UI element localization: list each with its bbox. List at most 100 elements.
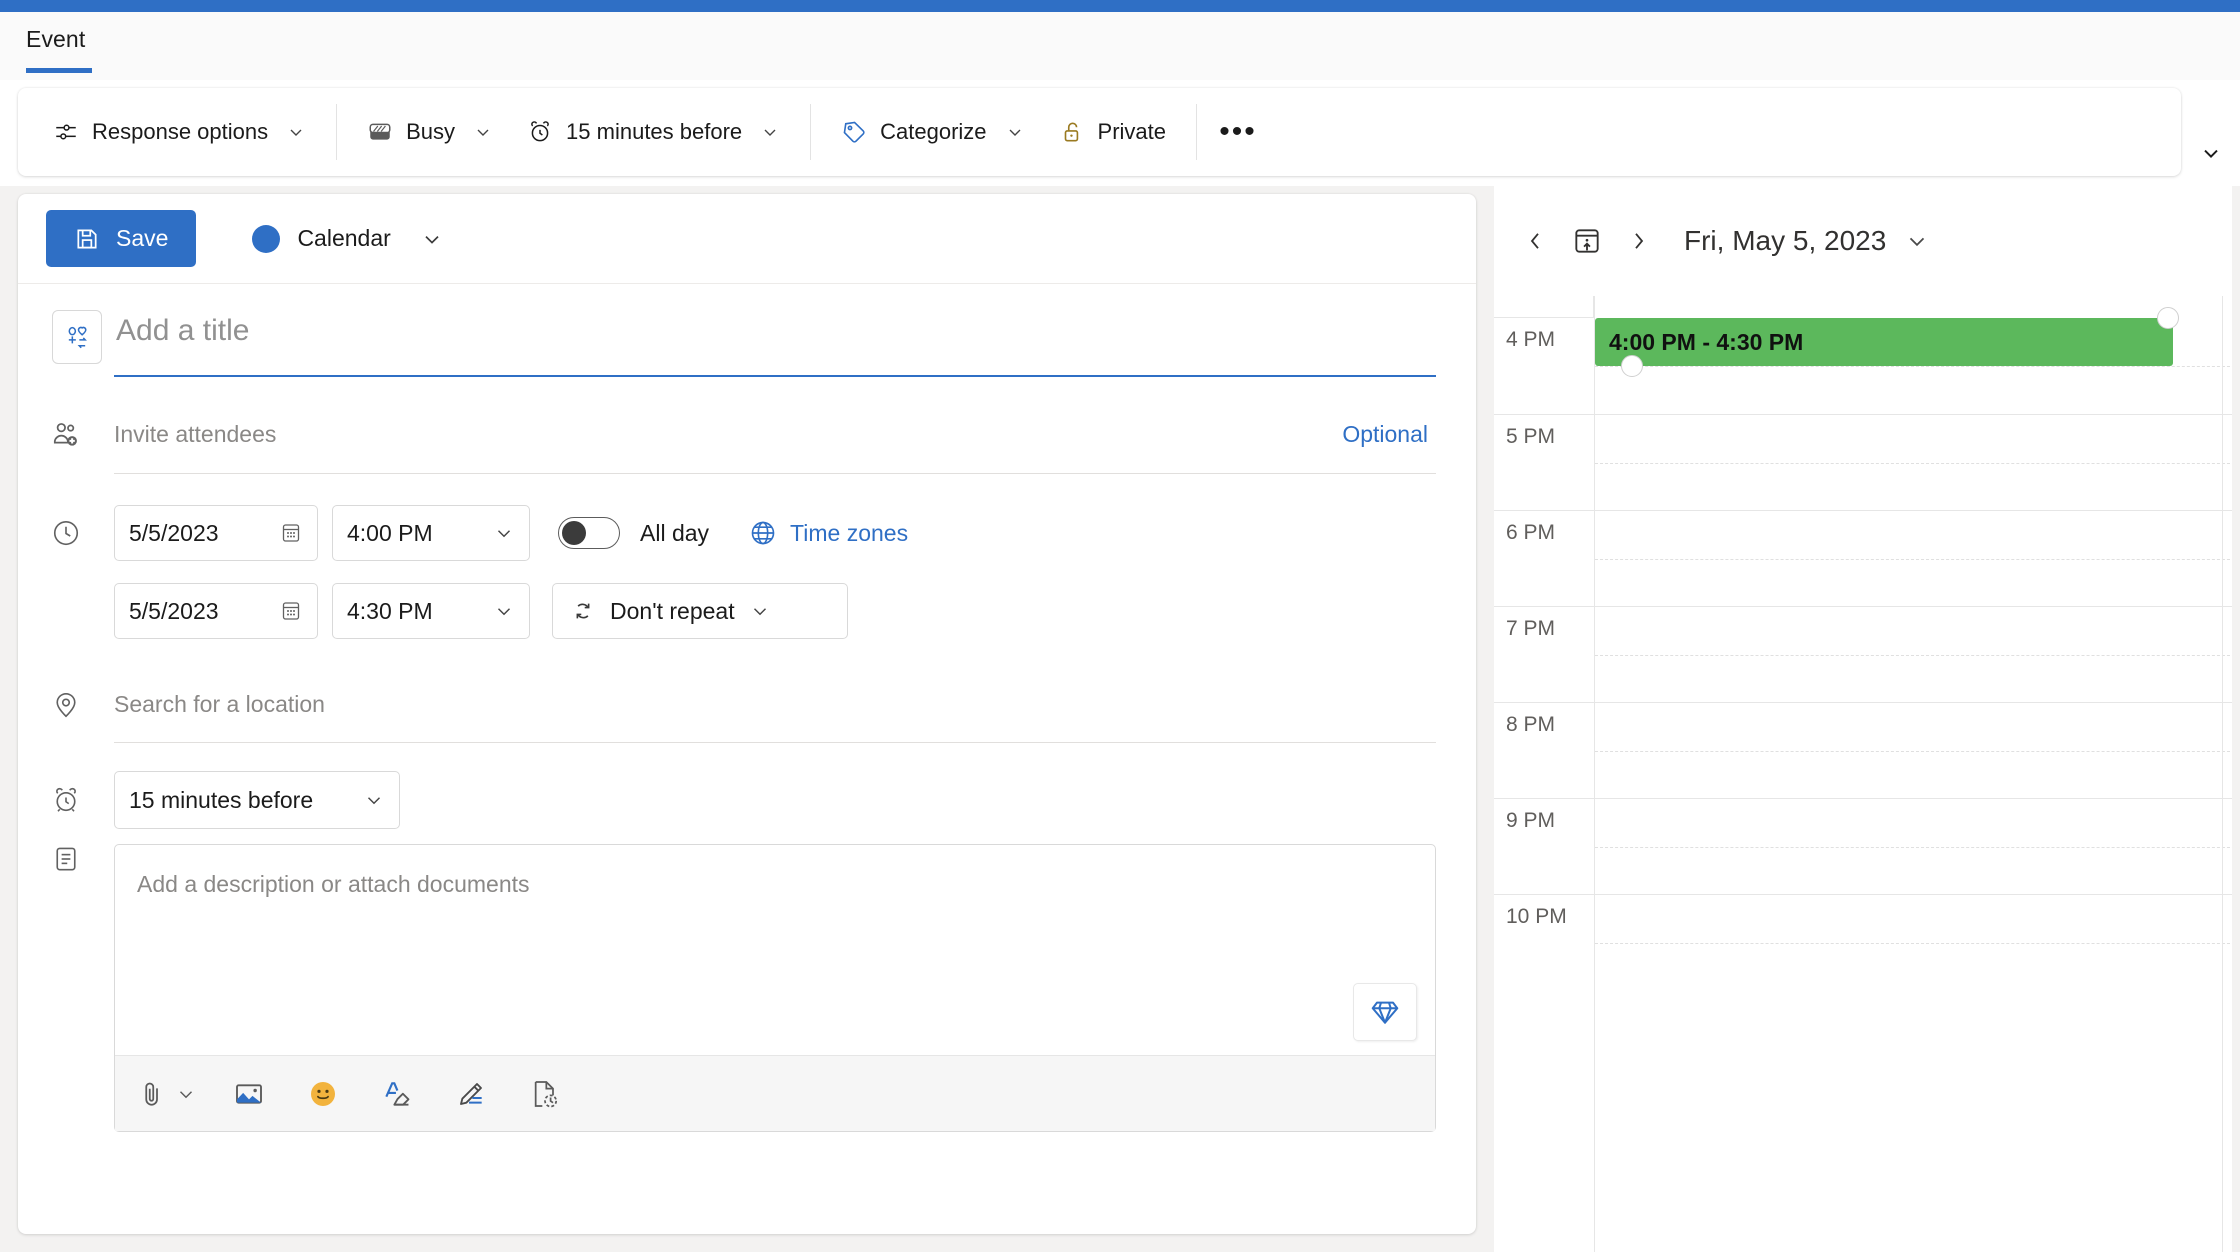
ribbon-label-reminder: 15 minutes before xyxy=(566,119,743,144)
insert-file-button[interactable] xyxy=(523,1070,567,1118)
calendar-hour-label: 8 PM xyxy=(1506,713,1556,736)
ribbon-group-response: Response options xyxy=(36,103,323,161)
busy-icon xyxy=(367,119,393,145)
image-icon xyxy=(233,1078,265,1110)
save-button-label: Save xyxy=(116,225,169,251)
tab-event[interactable]: Event xyxy=(26,26,85,53)
ribbon-divider xyxy=(810,104,812,160)
time-zones-button[interactable]: Time zones xyxy=(749,519,908,547)
chevron-down-icon xyxy=(749,600,771,622)
event-resize-handle-top[interactable] xyxy=(2157,307,2179,329)
chevron-down-icon xyxy=(1005,122,1025,142)
calendar-picker[interactable]: Calendar xyxy=(242,213,453,265)
lock-icon xyxy=(1059,119,1085,145)
calendar-hour-row: 8 PM xyxy=(1494,702,1594,798)
calendar-event-time-label: 4:00 PM - 4:30 PM xyxy=(1609,328,1804,355)
reminder-field[interactable]: 15 minutes before xyxy=(114,771,400,829)
clock-icon xyxy=(18,518,114,548)
chevron-down-icon xyxy=(175,1083,197,1105)
all-day-toggle[interactable] xyxy=(558,517,620,549)
ribbon-expand-button[interactable] xyxy=(2198,140,2224,166)
calendar-grid-right-edge xyxy=(2222,296,2223,1252)
ribbon-overflow-button[interactable]: ••• xyxy=(1210,104,1266,160)
page-body: Save Calendar Add a title Invite attende… xyxy=(0,186,2240,1252)
calendar-hour-columns[interactable] xyxy=(1594,296,2240,1252)
loop-components-button[interactable] xyxy=(1353,983,1417,1041)
event-resize-handle-bottom[interactable] xyxy=(1621,355,1643,377)
repeat-field[interactable]: Don't repeat xyxy=(552,583,848,639)
calendar-date-label: Fri, May 5, 2023 xyxy=(1684,225,1887,256)
calendar-hour-slot[interactable] xyxy=(1595,414,2240,510)
calendar-hour-row: 10 PM xyxy=(1494,894,1594,990)
calendar-hour-slot[interactable] xyxy=(1595,606,2240,702)
chevron-down-icon xyxy=(286,122,306,142)
smiley-icon xyxy=(307,1078,339,1110)
end-datetime-row: 5/5/2023 4:30 PM Don't repeat xyxy=(18,572,1476,650)
optional-attendees-link[interactable]: Optional xyxy=(1342,421,1436,448)
calendar-prev-day-button[interactable] xyxy=(1512,218,1558,264)
clear-formatting-icon xyxy=(381,1078,413,1110)
diamond-icon xyxy=(1369,996,1401,1028)
clear-formatting-button[interactable] xyxy=(375,1070,419,1118)
end-date-field[interactable]: 5/5/2023 xyxy=(114,583,318,639)
editor-toolbar xyxy=(115,1055,1435,1131)
end-time-value: 4:30 PM xyxy=(347,597,433,624)
chevron-down-icon xyxy=(420,227,444,251)
ribbon-button-busy[interactable]: Busy xyxy=(350,103,510,161)
globe-icon xyxy=(749,519,777,547)
ribbon-divider xyxy=(1196,104,1198,160)
description-editor[interactable]: Add a description or attach documents xyxy=(114,844,1436,1132)
ribbon-button-categorize[interactable]: Categorize xyxy=(824,103,1041,161)
description-placeholder[interactable]: Add a description or attach documents xyxy=(115,845,1435,1055)
calendar-panel-header: Fri, May 5, 2023 xyxy=(1494,186,2240,296)
paperclip-icon xyxy=(137,1079,167,1109)
calendar-event-block[interactable]: 4:00 PM - 4:30 PM xyxy=(1595,307,2179,377)
location-input[interactable] xyxy=(114,691,1436,718)
end-time-field[interactable]: 4:30 PM xyxy=(332,583,530,639)
attendees-icon xyxy=(18,419,114,451)
calendar-next-day-button[interactable] xyxy=(1616,218,1662,264)
ribbon-button-reminder[interactable]: 15 minutes before xyxy=(510,103,797,161)
chevron-down-icon xyxy=(493,600,515,622)
emoji-button[interactable] xyxy=(301,1070,345,1118)
alarm-clock-icon xyxy=(527,119,553,145)
ribbon-button-private[interactable]: Private xyxy=(1042,103,1183,161)
title-sticker-button[interactable] xyxy=(52,310,102,364)
ribbon-toolbar: Response options Busy 15 minutes before … xyxy=(18,88,2181,176)
pen-icon xyxy=(455,1078,487,1110)
chevron-down-icon xyxy=(760,122,780,142)
ribbon-label-response-options: Response options xyxy=(92,119,269,144)
insert-picture-button[interactable] xyxy=(227,1070,271,1118)
draw-button[interactable] xyxy=(449,1070,493,1118)
event-form-card: Save Calendar Add a title Invite attende… xyxy=(18,194,1476,1234)
save-icon xyxy=(74,226,100,252)
document-clock-icon xyxy=(529,1078,561,1110)
calendar-today-button[interactable] xyxy=(1564,218,1610,264)
calendar-hour-slot[interactable] xyxy=(1595,894,2240,990)
calendar-day-grid[interactable]: 4 PM 5 PM 6 PM 7 PM 8 PM 9 PM 10 PM 4:00 PM - … xyxy=(1494,296,2240,1252)
start-datetime-row: 5/5/2023 4:00 PM All day Time zones xyxy=(18,494,1476,572)
ribbon-label-categorize: Categorize xyxy=(880,119,987,144)
repeat-label: Don't repeat xyxy=(610,597,735,624)
attach-file-button[interactable] xyxy=(137,1070,197,1118)
title-input[interactable] xyxy=(114,297,1436,377)
ribbon-button-response-options[interactable]: Response options xyxy=(36,103,323,161)
start-time-field[interactable]: 4:00 PM xyxy=(332,505,530,561)
save-button[interactable]: Save xyxy=(46,210,197,267)
title-row-icon-slot xyxy=(18,310,114,364)
time-zones-label: Time zones xyxy=(790,519,909,546)
repeat-icon xyxy=(570,598,596,624)
calendar-hour-slot[interactable] xyxy=(1595,702,2240,798)
calendar-date-picker[interactable]: Fri, May 5, 2023 xyxy=(1684,225,1930,257)
form-action-row: Save Calendar xyxy=(18,194,1476,284)
reminder-row: 15 minutes before xyxy=(18,762,1476,838)
attendees-input[interactable] xyxy=(114,421,1343,448)
calendar-hour-slot[interactable] xyxy=(1595,510,2240,606)
alarm-clock-icon xyxy=(18,785,114,815)
tab-strip: Event xyxy=(0,12,2240,80)
calendar-hour-slot[interactable] xyxy=(1595,798,2240,894)
ribbon-group-tags: Categorize Private xyxy=(824,103,1183,161)
location-pin-icon xyxy=(18,690,114,720)
response-options-icon xyxy=(53,119,79,145)
start-date-field[interactable]: 5/5/2023 xyxy=(114,505,318,561)
